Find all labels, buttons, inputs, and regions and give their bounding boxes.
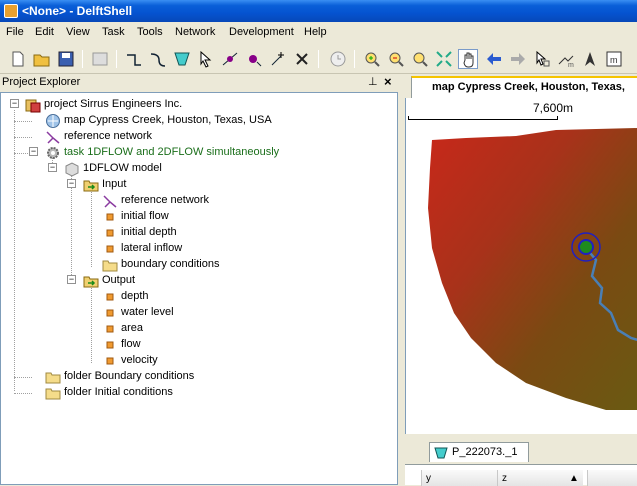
map-tab-bar: map Cypress Creek, Houston, Texas, bbox=[405, 74, 637, 98]
full-extent-icon[interactable] bbox=[434, 49, 454, 69]
map-grid-icon[interactable]: m bbox=[604, 49, 624, 69]
clock-icon[interactable] bbox=[328, 49, 348, 69]
data-item-icon bbox=[102, 321, 118, 337]
column-header-extra bbox=[587, 470, 637, 486]
zoom-out-icon[interactable] bbox=[386, 49, 406, 69]
back-arrow-icon[interactable] bbox=[484, 49, 504, 69]
folder-icon bbox=[45, 369, 61, 385]
add-branch-icon[interactable] bbox=[124, 49, 144, 69]
data-item-icon bbox=[102, 305, 118, 321]
menu-bar: File Edit View Task Tools Network Develo… bbox=[0, 22, 637, 44]
menu-file[interactable]: File bbox=[6, 26, 24, 38]
toolbar: m m bbox=[0, 44, 637, 74]
app-icon bbox=[4, 4, 18, 18]
new-document-icon[interactable] bbox=[8, 49, 28, 69]
properties-icon[interactable] bbox=[90, 49, 110, 69]
lower-tab-bar: P_222073._1 bbox=[405, 434, 637, 464]
collapse-model-toggle[interactable]: − bbox=[48, 163, 57, 172]
project-icon bbox=[25, 97, 41, 113]
network-node bbox=[578, 239, 594, 255]
menu-edit[interactable]: Edit bbox=[35, 26, 54, 38]
panel-splitter[interactable] bbox=[398, 74, 405, 485]
open-folder-icon[interactable] bbox=[32, 49, 52, 69]
menu-network[interactable]: Network bbox=[175, 26, 215, 38]
project-explorer-header: Project Explorer ⊥ × bbox=[0, 74, 398, 92]
collapse-task-toggle[interactable]: − bbox=[29, 147, 38, 156]
split-branch-icon[interactable] bbox=[220, 49, 240, 69]
globe-icon bbox=[45, 113, 61, 129]
zoom-in-icon[interactable] bbox=[362, 49, 382, 69]
project-explorer-title: Project Explorer bbox=[2, 76, 81, 88]
column-header-y[interactable]: y bbox=[421, 470, 497, 486]
menu-view[interactable]: View bbox=[66, 26, 90, 38]
network-icon bbox=[102, 193, 118, 209]
data-item-icon bbox=[102, 353, 118, 369]
forward-arrow-icon[interactable] bbox=[508, 49, 528, 69]
window-title: <None> - DelftShell bbox=[22, 4, 133, 18]
pan-hand-icon[interactable] bbox=[458, 49, 478, 69]
data-item-icon bbox=[102, 225, 118, 241]
measure-icon[interactable]: m bbox=[556, 49, 576, 69]
folder-icon bbox=[45, 385, 61, 401]
tab-map-cypress-creek[interactable]: map Cypress Creek, Houston, Texas, bbox=[411, 76, 637, 98]
select-arrow-icon[interactable] bbox=[196, 49, 216, 69]
menu-tools[interactable]: Tools bbox=[137, 26, 163, 38]
cross-section-icon bbox=[434, 446, 448, 463]
output-folder-icon bbox=[83, 273, 99, 289]
input-folder-icon bbox=[83, 177, 99, 193]
add-curved-branch-icon[interactable] bbox=[148, 49, 168, 69]
scroll-up-icon[interactable]: ▲ bbox=[565, 470, 583, 486]
tab-cross-section[interactable]: P_222073._1 bbox=[429, 442, 529, 462]
add-cross-section-icon[interactable] bbox=[172, 49, 192, 69]
add-node-icon[interactable] bbox=[244, 49, 264, 69]
data-item-icon bbox=[102, 289, 118, 305]
menu-development[interactable]: Development bbox=[229, 26, 294, 38]
data-item-icon bbox=[102, 241, 118, 257]
menu-task[interactable]: Task bbox=[102, 26, 125, 38]
gear-icon bbox=[45, 145, 61, 161]
terrain-layer bbox=[428, 128, 637, 410]
folder-icon bbox=[102, 257, 118, 273]
model-icon bbox=[64, 161, 80, 177]
svg-text:m: m bbox=[568, 62, 574, 69]
collapse-input-toggle[interactable]: − bbox=[67, 179, 76, 188]
zoom-extent-icon[interactable] bbox=[410, 49, 430, 69]
collapse-project-toggle[interactable]: − bbox=[10, 99, 19, 108]
pin-icon[interactable]: ⊥ bbox=[368, 75, 378, 88]
terrain-polygon bbox=[428, 128, 637, 410]
map-canvas[interactable]: 7,600m bbox=[405, 98, 637, 434]
network-icon bbox=[45, 129, 61, 145]
save-icon[interactable] bbox=[56, 49, 76, 69]
close-panel-button[interactable]: × bbox=[384, 74, 392, 89]
select-tool-icon[interactable] bbox=[532, 49, 552, 69]
add-point-icon[interactable] bbox=[268, 49, 288, 69]
title-bar: <None> - DelftShell bbox=[0, 0, 637, 22]
project-explorer-tree: − − − − − project Sirrus Engineers Inc. … bbox=[0, 92, 398, 485]
data-item-icon bbox=[102, 209, 118, 225]
cross-section-grid-header: y z ▲ bbox=[405, 464, 637, 486]
delete-icon[interactable] bbox=[292, 49, 312, 69]
svg-text:m: m bbox=[610, 55, 618, 65]
collapse-output-toggle[interactable]: − bbox=[67, 275, 76, 284]
north-arrow-icon[interactable] bbox=[580, 49, 600, 69]
menu-help[interactable]: Help bbox=[304, 26, 327, 38]
data-item-icon bbox=[102, 337, 118, 353]
